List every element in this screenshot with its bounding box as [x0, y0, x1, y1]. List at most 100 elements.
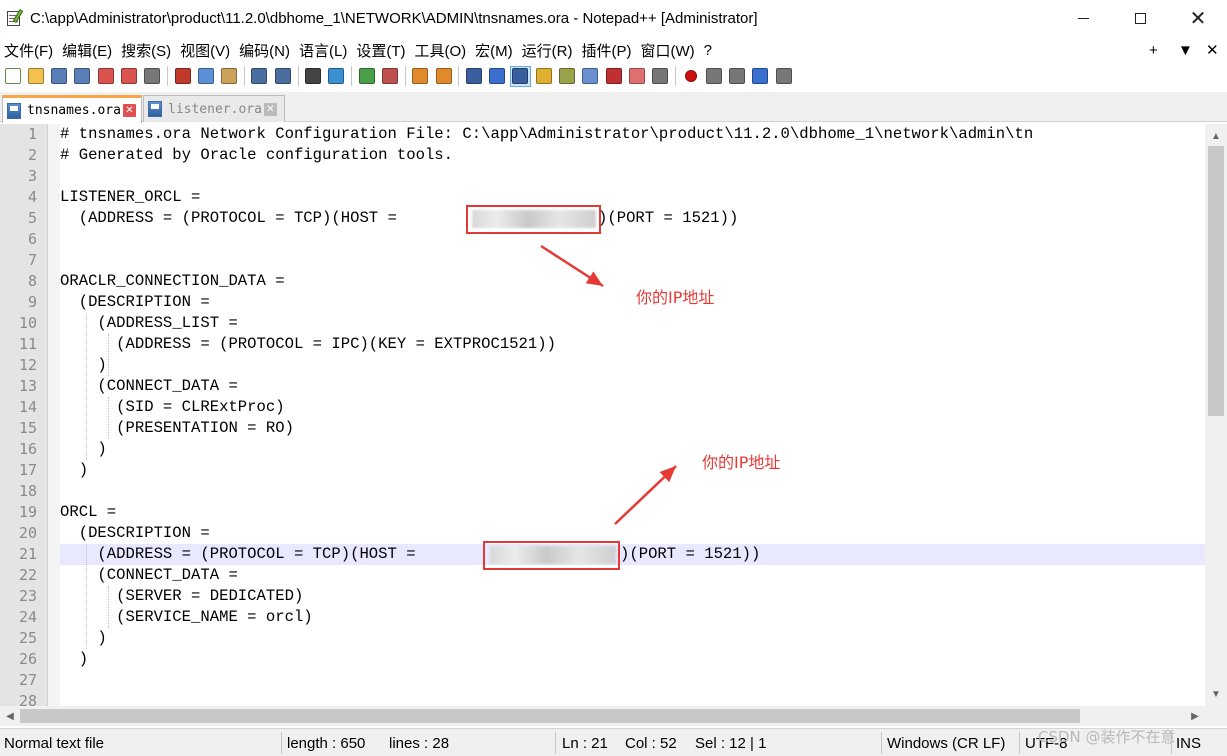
vertical-scrollbar[interactable]: ▲ ▼	[1205, 124, 1227, 706]
tab-list-dropdown-button[interactable]: ▼	[1178, 38, 1198, 62]
undo-icon	[251, 68, 268, 84]
menu-item-5[interactable]: 语言(L)	[295, 40, 350, 61]
show-all-chars-button[interactable]	[487, 66, 508, 87]
copy-icon	[197, 68, 214, 84]
record-macro-button[interactable]	[680, 66, 701, 87]
menu-item-2[interactable]: 搜索(S)	[117, 40, 174, 61]
status-divider	[1019, 732, 1020, 754]
new-tab-plus-button[interactable]: +	[1149, 38, 1169, 62]
status-divider	[555, 732, 556, 754]
sync-vertical-button[interactable]	[410, 66, 431, 87]
menu-item-11[interactable]: 窗口(W)	[636, 40, 697, 61]
print-button[interactable]	[142, 66, 163, 87]
play-macro-icon	[729, 68, 746, 84]
horizontal-scrollbar[interactable]: ◀ ▶	[0, 706, 1205, 726]
folder-workspace-button[interactable]	[603, 66, 624, 87]
paste-button[interactable]	[219, 66, 240, 87]
menu-item-9[interactable]: 运行(R)	[518, 40, 576, 61]
paste-icon	[221, 68, 238, 84]
sync-vertical-icon	[412, 68, 429, 84]
toolbar-separator	[167, 66, 169, 86]
tab-tnsnames[interactable]: tnsnames.ora ✕	[2, 95, 142, 123]
print-icon	[144, 68, 161, 84]
menu-item-3[interactable]: 视图(V)	[176, 40, 233, 61]
close-all-icon	[120, 68, 137, 84]
menu-item-4[interactable]: 编码(N)	[235, 40, 293, 61]
tab-listener[interactable]: listener.ora ✕	[143, 95, 285, 122]
stop-macro-icon	[705, 68, 722, 84]
show-all-chars-icon	[489, 68, 506, 84]
save-all-button[interactable]	[72, 66, 93, 87]
save-all-icon	[74, 68, 91, 84]
horizontal-scroll-thumb[interactable]	[20, 709, 1080, 723]
word-wrap-button[interactable]	[463, 66, 484, 87]
menu-item-6[interactable]: 设置(T)	[352, 40, 408, 61]
scroll-left-arrow-icon[interactable]: ◀	[0, 706, 20, 726]
minimize-button[interactable]	[1053, 0, 1113, 36]
copy-button[interactable]	[195, 66, 216, 87]
replace-icon	[328, 68, 345, 84]
undo-button[interactable]	[249, 66, 270, 87]
scrollbar-corner	[1205, 706, 1227, 726]
status-lines: lines : 28	[389, 735, 450, 752]
redo-button[interactable]	[272, 66, 293, 87]
find-icon	[305, 68, 322, 84]
monitoring-button[interactable]	[626, 66, 647, 87]
function-list-button[interactable]	[580, 66, 601, 87]
doc-map-button[interactable]	[557, 66, 578, 87]
cut-button[interactable]	[172, 66, 193, 87]
window-title: C:\app\Administrator\product\11.2.0\dbho…	[30, 9, 758, 27]
save-macro-button[interactable]	[773, 66, 794, 87]
menu-item-7[interactable]: 工具(O)	[410, 40, 469, 61]
zoom-out-button[interactable]	[379, 66, 400, 87]
cut-icon	[174, 68, 191, 84]
vertical-scroll-thumb[interactable]	[1208, 146, 1224, 416]
menu-item-12[interactable]: ?	[700, 42, 715, 59]
close-document-button[interactable]: ✕	[1206, 38, 1226, 62]
scroll-down-arrow-icon[interactable]: ▼	[1205, 684, 1227, 704]
tab-close-icon[interactable]: ✕	[122, 104, 136, 117]
eye-button[interactable]	[650, 66, 671, 87]
open-file-button[interactable]	[25, 66, 46, 87]
csdn-watermark: CSDN @装作不在意	[1038, 728, 1176, 746]
replace-button[interactable]	[326, 66, 347, 87]
toolbar-separator	[297, 66, 299, 86]
close-all-button[interactable]	[118, 66, 139, 87]
save-icon	[51, 68, 68, 84]
scroll-up-arrow-icon[interactable]: ▲	[1205, 126, 1227, 146]
close-icon: ✕	[1189, 6, 1207, 30]
new-file-icon	[4, 68, 21, 84]
tab-close-icon[interactable]: ✕	[263, 102, 277, 116]
find-button[interactable]	[303, 66, 324, 87]
udl-button[interactable]	[533, 66, 554, 87]
indent-guide-button[interactable]	[509, 65, 531, 87]
scroll-right-arrow-icon[interactable]: ▶	[1185, 706, 1205, 726]
arrow-head-icon	[585, 271, 603, 286]
monitoring-icon	[628, 68, 645, 84]
udl-icon	[535, 68, 552, 84]
sync-horizontal-button[interactable]	[433, 66, 454, 87]
close-button[interactable]	[95, 66, 116, 87]
status-insert-mode[interactable]: INS	[1176, 729, 1201, 756]
editor-area[interactable]: 1 2 3 4 5 6 7 8 9 10 11 12 13 14 15 16 17 18 19 20 21 22 23 24 2…	[0, 124, 1205, 706]
menu-item-1[interactable]: 编辑(E)	[58, 40, 115, 61]
maximize-button[interactable]	[1110, 0, 1170, 36]
status-divider	[881, 732, 882, 754]
new-file-button[interactable]	[2, 66, 23, 87]
save-button[interactable]	[49, 66, 70, 87]
menu-item-8[interactable]: 宏(M)	[471, 40, 516, 61]
play-macro-button[interactable]	[727, 66, 748, 87]
stop-macro-button[interactable]	[703, 66, 724, 87]
status-eol[interactable]: Windows (CR LF)	[887, 729, 1005, 756]
status-ln: Ln : 21	[562, 735, 608, 752]
close-window-button[interactable]: ✕	[1168, 0, 1227, 36]
status-col: Col : 52	[625, 735, 677, 752]
run-macro-multiple-button[interactable]	[750, 66, 771, 87]
maximize-icon	[1134, 12, 1146, 24]
tab-label: listener.ora	[168, 101, 262, 117]
menu-item-0[interactable]: 文件(F)	[0, 40, 56, 61]
file-icon	[7, 102, 21, 119]
zoom-in-button[interactable]	[356, 66, 377, 87]
status-length: length : 650	[287, 735, 366, 752]
menu-item-10[interactable]: 插件(P)	[577, 40, 634, 61]
